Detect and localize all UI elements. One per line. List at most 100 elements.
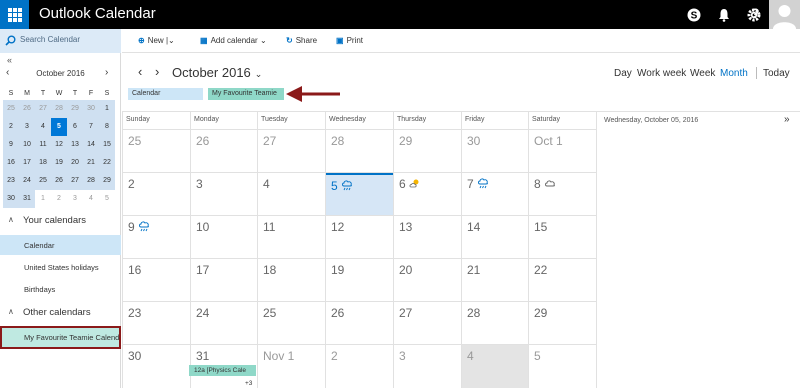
day-cell[interactable]: 6: [394, 173, 461, 215]
mini-day-cell[interactable]: 25: [35, 172, 51, 190]
mini-day-cell[interactable]: 30: [3, 190, 19, 208]
day-cell[interactable]: 17: [191, 259, 257, 301]
mini-day-cell[interactable]: 1: [35, 190, 51, 208]
day-cell[interactable]: 21: [462, 259, 528, 301]
day-cell[interactable]: 4: [462, 345, 528, 388]
day-cell[interactable]: 20: [394, 259, 461, 301]
share-button[interactable]: ↻ Share: [286, 36, 317, 45]
skype-icon[interactable]: S: [679, 0, 709, 29]
day-cell[interactable]: 28: [326, 130, 393, 172]
mini-day-cell[interactable]: 1: [99, 100, 115, 118]
mini-day-cell[interactable]: 19: [51, 154, 67, 172]
day-cell[interactable]: 2: [123, 173, 190, 215]
day-cell[interactable]: 2: [326, 345, 393, 388]
day-cell[interactable]: Oct 1: [529, 130, 596, 172]
day-cell[interactable]: 5: [326, 173, 393, 215]
day-cell[interactable]: 30: [123, 345, 190, 388]
day-cell[interactable]: 28: [462, 302, 528, 344]
day-cell[interactable]: 27: [394, 302, 461, 344]
day-cell[interactable]: 25: [258, 302, 325, 344]
day-cell[interactable]: 18: [258, 259, 325, 301]
mini-day-cell[interactable]: 9: [3, 136, 19, 154]
waffle-icon[interactable]: [0, 0, 29, 29]
day-cell[interactable]: 8: [529, 173, 596, 215]
help-icon[interactable]: ?: [746, 0, 769, 29]
mini-day-cell[interactable]: 13: [67, 136, 83, 154]
mini-day-cell[interactable]: 17: [19, 154, 35, 172]
day-cell[interactable]: 9: [123, 216, 190, 258]
mini-day-cell[interactable]: 5: [51, 118, 67, 136]
day-cell[interactable]: 13: [394, 216, 461, 258]
view-day[interactable]: Day: [614, 68, 632, 79]
mini-day-cell[interactable]: 22: [99, 154, 115, 172]
mini-day-cell[interactable]: 26: [19, 100, 35, 118]
mini-day-cell[interactable]: 31: [19, 190, 35, 208]
day-cell[interactable]: 4: [258, 173, 325, 215]
mini-day-cell[interactable]: 4: [35, 118, 51, 136]
day-cell[interactable]: 27: [258, 130, 325, 172]
mini-day-cell[interactable]: 28: [83, 172, 99, 190]
mini-day-cell[interactable]: 8: [99, 118, 115, 136]
day-cell[interactable]: 24: [191, 302, 257, 344]
mini-day-cell[interactable]: 16: [3, 154, 19, 172]
day-cell[interactable]: 23: [123, 302, 190, 344]
today-button[interactable]: Today: [763, 68, 790, 79]
mini-day-cell[interactable]: 11: [35, 136, 51, 154]
mini-day-cell[interactable]: 21: [83, 154, 99, 172]
day-cell[interactable]: 7: [462, 173, 528, 215]
expand-pane-button[interactable]: »: [784, 114, 790, 125]
day-cell[interactable]: 3: [394, 345, 461, 388]
calendar-item-calendar[interactable]: Calendar: [0, 235, 121, 255]
day-cell[interactable]: 25: [123, 130, 190, 172]
collapse-pane-button[interactable]: «: [7, 55, 12, 65]
mini-day-cell[interactable]: 3: [67, 190, 83, 208]
mini-day-cell[interactable]: 29: [67, 100, 83, 118]
mini-day-cell[interactable]: 24: [19, 172, 35, 190]
new-button[interactable]: ⊕ New |⌄: [138, 36, 175, 45]
print-button[interactable]: ▣ Print: [336, 36, 363, 45]
mini-day-cell[interactable]: 28: [51, 100, 67, 118]
day-cell[interactable]: 10: [191, 216, 257, 258]
mini-day-cell[interactable]: 26: [51, 172, 67, 190]
mini-day-cell[interactable]: 2: [51, 190, 67, 208]
mini-day-cell[interactable]: 18: [35, 154, 51, 172]
mini-day-cell[interactable]: 3: [19, 118, 35, 136]
month-title[interactable]: October 2016 ⌄: [172, 65, 262, 80]
calendar-item-us-holidays[interactable]: United States holidays: [0, 257, 121, 277]
mini-day-cell[interactable]: 20: [67, 154, 83, 172]
day-cell[interactable]: 14: [462, 216, 528, 258]
calendar-item-birthdays[interactable]: Birthdays: [0, 279, 121, 299]
mini-day-cell[interactable]: 7: [83, 118, 99, 136]
next-month-button[interactable]: ›: [155, 64, 159, 79]
prev-month-button[interactable]: ‹: [138, 64, 142, 79]
day-cell[interactable]: 29: [529, 302, 596, 344]
mini-day-cell[interactable]: 15: [99, 136, 115, 154]
day-cell[interactable]: 11: [258, 216, 325, 258]
day-cell[interactable]: 3: [191, 173, 257, 215]
day-cell[interactable]: 16: [123, 259, 190, 301]
day-cell[interactable]: 5: [529, 345, 596, 388]
view-month[interactable]: Month: [720, 68, 748, 79]
other-calendars-header[interactable]: ∧ Other calendars: [0, 304, 121, 322]
mini-day-cell[interactable]: 10: [19, 136, 35, 154]
mini-day-cell[interactable]: 4: [83, 190, 99, 208]
mini-day-cell[interactable]: 27: [35, 100, 51, 118]
day-cell[interactable]: 15: [529, 216, 596, 258]
day-cell[interactable]: 26: [326, 302, 393, 344]
day-cell[interactable]: 12: [326, 216, 393, 258]
view-work-week[interactable]: Work week: [637, 68, 686, 79]
view-week[interactable]: Week: [690, 68, 715, 79]
day-cell[interactable]: 30: [462, 130, 528, 172]
mini-day-cell[interactable]: 27: [67, 172, 83, 190]
chip-calendar[interactable]: Calendar: [128, 88, 203, 100]
mini-day-cell[interactable]: 6: [67, 118, 83, 136]
calendar-item-teamie[interactable]: My Favourite Teamie Calendar: [0, 326, 121, 349]
mini-day-cell[interactable]: 5: [99, 190, 115, 208]
mini-day-cell[interactable]: 30: [83, 100, 99, 118]
mini-day-cell[interactable]: 2: [3, 118, 19, 136]
day-cell[interactable]: 29: [394, 130, 461, 172]
mini-day-cell[interactable]: 14: [83, 136, 99, 154]
add-calendar-button[interactable]: ▦ Add calendar ⌄: [200, 36, 267, 45]
app-title[interactable]: Outlook Calendar: [39, 5, 156, 22]
mini-day-cell[interactable]: 23: [3, 172, 19, 190]
